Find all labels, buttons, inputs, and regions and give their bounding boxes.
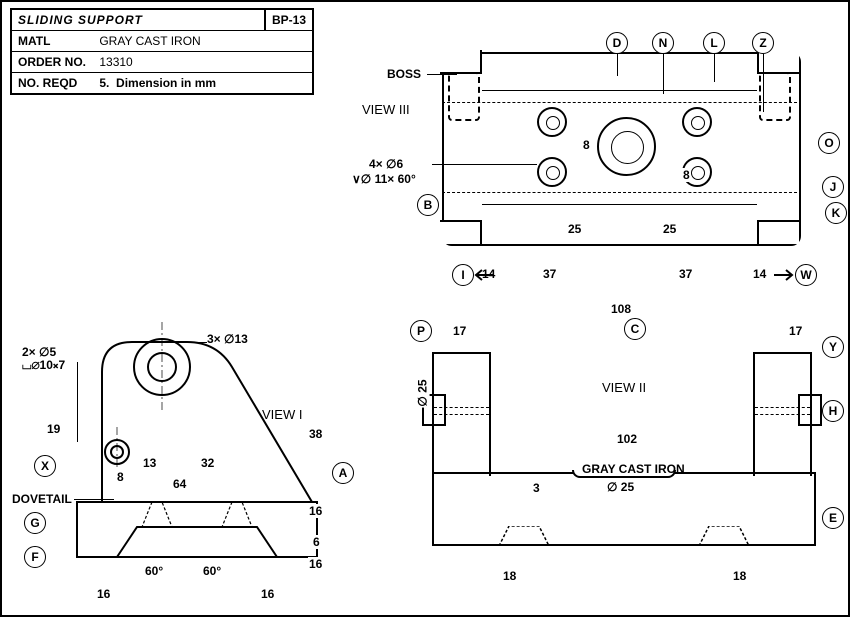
balloon-W: W <box>795 264 817 286</box>
dim-60L: 60° <box>144 564 164 578</box>
view2-drawing <box>422 332 822 562</box>
holes-3x13-callout: 3× ∅13 <box>207 332 248 346</box>
dim-17R: 17 <box>788 324 803 338</box>
balloon-E: E <box>822 507 844 529</box>
csink-callout: ∨∅ 11× 60° <box>352 172 416 186</box>
dim-dia25b: ∅ 25 <box>606 480 635 494</box>
dim-v3-8b: 8 <box>682 168 691 182</box>
balloon-J: J <box>822 176 844 198</box>
dim-v3-25L: 25 <box>567 222 582 236</box>
dim-b16L: 16 <box>96 587 111 601</box>
dim-16a: 16 <box>308 504 323 518</box>
view1-drawing <box>57 312 337 592</box>
balloon-H: H <box>822 400 844 422</box>
dim-64: 64 <box>172 477 187 491</box>
view3-label: VIEW III <box>362 102 410 117</box>
balloon-F: F <box>24 546 46 568</box>
dim-32: 32 <box>200 456 215 470</box>
balloon-Z: Z <box>752 32 774 54</box>
balloon-A: A <box>332 462 354 484</box>
dim-note: Dimension in mm <box>116 76 216 90</box>
order-value: 13310 <box>99 55 132 69</box>
balloon-D: D <box>606 32 628 54</box>
balloon-Y: Y <box>822 336 844 358</box>
balloon-N: N <box>652 32 674 54</box>
dim-16b: 16 <box>308 557 323 571</box>
view3-drawing <box>442 52 797 242</box>
cast-iron-label: GRAY CAST IRON <box>582 462 685 476</box>
center-hole-icon <box>597 117 656 176</box>
reqd-value: 5. <box>99 76 109 90</box>
balloon-C: C <box>624 318 646 340</box>
drawing-code: BP-13 <box>264 10 312 30</box>
dim-v3-8t: 8 <box>582 138 591 152</box>
dim-19: 19 <box>46 422 61 436</box>
dim-18R: 18 <box>732 569 747 583</box>
balloon-B: B <box>417 194 439 216</box>
balloon-L: L <box>703 32 725 54</box>
dim-b16R: 16 <box>260 587 275 601</box>
balloon-O: O <box>818 132 840 154</box>
matl-value: GRAY CAST IRON <box>99 34 200 48</box>
balloon-P: P <box>410 320 432 342</box>
dim-18L: 18 <box>502 569 517 583</box>
dim-v3-37L: 37 <box>542 267 557 281</box>
view2-label: VIEW II <box>602 380 646 395</box>
balloon-K: K <box>825 202 847 224</box>
dovetail-label: DOVETAIL <box>12 492 72 506</box>
balloon-G: G <box>24 512 46 534</box>
view1-label: VIEW I <box>262 407 302 422</box>
dim-13: 13 <box>142 456 157 470</box>
matl-label: MATL <box>18 34 96 48</box>
balloon-I: I <box>452 264 474 286</box>
balloon-X: X <box>34 455 56 477</box>
dim-60R: 60° <box>202 564 222 578</box>
order-label: ORDER NO. <box>18 55 96 69</box>
part-name: SLIDING SUPPORT <box>12 10 149 30</box>
reqd-label: NO. REQD <box>18 76 96 90</box>
boss-label: BOSS <box>387 67 421 81</box>
dim-8: 8 <box>116 470 125 484</box>
dim-17L: 17 <box>452 324 467 338</box>
cbore-callout: ⌴∅10⨯7 <box>22 358 65 373</box>
dim-v3-14R: 14 <box>752 267 767 281</box>
dim-102: 102 <box>616 432 638 446</box>
dim-6: 6 <box>312 535 321 549</box>
dim-v3-25R: 25 <box>662 222 677 236</box>
dim-108: 108 <box>610 302 632 316</box>
dim-dia25: ∅ 25 <box>416 378 430 407</box>
title-block: SLIDING SUPPORT BP-13 MATL GRAY CAST IRO… <box>10 8 314 95</box>
dim-3: 3 <box>532 481 541 495</box>
holes-4x6-callout: 4× ∅6 <box>369 157 403 171</box>
holes-2x5-callout: 2× ∅5 <box>22 345 56 359</box>
dim-v3-37R: 37 <box>678 267 693 281</box>
dim-38: 38 <box>308 427 323 441</box>
